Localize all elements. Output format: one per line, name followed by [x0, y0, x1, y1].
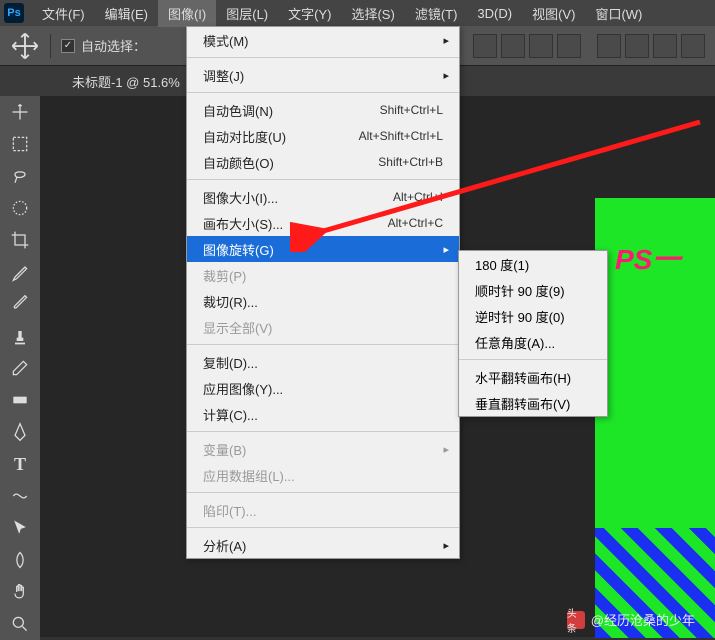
menu-item[interactable]: 自动颜色(O)Shift+Ctrl+B [187, 149, 459, 175]
checkbox-icon: ✓ [61, 39, 75, 53]
submenu-item[interactable]: 逆时针 90 度(0) [459, 303, 607, 329]
move-tool-icon[interactable] [10, 31, 40, 61]
menu-item[interactable]: 调整(J) [187, 62, 459, 88]
hand-tool[interactable] [0, 576, 40, 608]
align-btn[interactable] [473, 34, 497, 58]
align-btn[interactable] [557, 34, 581, 58]
menu-item[interactable]: 模式(M) [187, 27, 459, 53]
left-toolbox: T [0, 96, 40, 640]
direct-select-tool[interactable] [0, 512, 40, 544]
align-buttons [473, 34, 705, 58]
menu-item[interactable]: 应用图像(Y)... [187, 375, 459, 401]
menu-item[interactable]: 显示全部(V) [187, 314, 459, 340]
watermark: 头条 @经历沧桑的少年 [567, 610, 695, 629]
image-menu-dropdown: 模式(M) 调整(J) 自动色调(N)Shift+Ctrl+L自动对比度(U)Alt… [186, 26, 460, 559]
submenu-item[interactable]: 任意角度(A)... [459, 329, 607, 355]
watermark-text: @经历沧桑的少年 [591, 610, 695, 629]
menu-item[interactable]: 应用数据组(L)... [187, 462, 459, 488]
align-btn[interactable] [653, 34, 677, 58]
menu-image[interactable]: 图像(I) [158, 0, 216, 27]
submenu-item[interactable]: 顺时针 90 度(9) [459, 277, 607, 303]
align-btn[interactable] [501, 34, 525, 58]
divider [50, 34, 51, 58]
submenu-item[interactable]: 水平翻转画布(H) [459, 364, 607, 390]
menu-item[interactable]: 裁切(R)... [187, 288, 459, 314]
stamp-tool[interactable] [0, 320, 40, 352]
watermark-logo: 头条 [567, 611, 585, 629]
submenu-item[interactable]: 垂直翻转画布(V) [459, 390, 607, 416]
menu-item[interactable]: 画布大小(S)...Alt+Ctrl+C [187, 210, 459, 236]
type-tool[interactable]: T [0, 448, 40, 480]
menu-item[interactable]: 陷印(T)... [187, 497, 459, 523]
menu-item[interactable]: 自动对比度(U)Alt+Shift+Ctrl+L [187, 123, 459, 149]
menu-edit[interactable]: 编辑(E) [95, 0, 158, 27]
submenu-item[interactable]: 180 度(1) [459, 251, 607, 277]
menu-item[interactable]: 自动色调(N)Shift+Ctrl+L [187, 97, 459, 123]
quick-select-tool[interactable] [0, 192, 40, 224]
menu-select[interactable]: 选择(S) [341, 0, 404, 27]
artwork: PS一 [595, 198, 715, 638]
menu-type[interactable]: 文字(Y) [278, 0, 341, 27]
menu-item[interactable]: 复制(D)... [187, 349, 459, 375]
menu-3d[interactable]: 3D(D) [467, 2, 522, 25]
auto-select-label: 自动选择： [81, 36, 146, 55]
menu-layer[interactable]: 图层(L) [216, 0, 278, 27]
path-select-tool[interactable] [0, 480, 40, 512]
gradient-tool[interactable] [0, 384, 40, 416]
menu-view[interactable]: 视图(V) [522, 0, 585, 27]
menu-item[interactable]: 裁剪(P) [187, 262, 459, 288]
zoom-tool[interactable] [0, 608, 40, 640]
eyedropper-tool[interactable] [0, 256, 40, 288]
artwork-text: PS一 [615, 238, 680, 278]
pen-tool[interactable] [0, 416, 40, 448]
app-logo: Ps [4, 3, 24, 23]
menu-file[interactable]: 文件(F) [32, 0, 95, 27]
crop-tool[interactable] [0, 224, 40, 256]
menu-item[interactable]: 图像旋转(G) [187, 236, 459, 262]
lasso-tool[interactable] [0, 160, 40, 192]
auto-select-checkbox[interactable]: ✓ 自动选择： [61, 36, 146, 55]
marquee-tool[interactable] [0, 128, 40, 160]
move-tool[interactable] [0, 96, 40, 128]
shape-tool[interactable] [0, 544, 40, 576]
image-rotation-submenu: 180 度(1)顺时针 90 度(9)逆时针 90 度(0)任意角度(A)...… [458, 250, 608, 417]
menu-filter[interactable]: 滤镜(T) [405, 0, 468, 27]
align-btn[interactable] [681, 34, 705, 58]
document-tab[interactable]: 未标题-1 @ 51.6% [60, 68, 192, 95]
align-btn[interactable] [597, 34, 621, 58]
menu-item[interactable]: 分析(A) [187, 532, 459, 558]
menubar: Ps 文件(F) 编辑(E) 图像(I) 图层(L) 文字(Y) 选择(S) 滤… [0, 0, 715, 26]
menu-item[interactable]: 图像大小(I)...Alt+Ctrl+I [187, 184, 459, 210]
menu-window[interactable]: 窗口(W) [585, 0, 652, 27]
eraser-tool[interactable] [0, 352, 40, 384]
align-btn[interactable] [625, 34, 649, 58]
brush-tool[interactable] [0, 288, 40, 320]
align-btn[interactable] [529, 34, 553, 58]
menu-item[interactable]: 计算(C)... [187, 401, 459, 427]
menu-item[interactable]: 变量(B) [187, 436, 459, 462]
